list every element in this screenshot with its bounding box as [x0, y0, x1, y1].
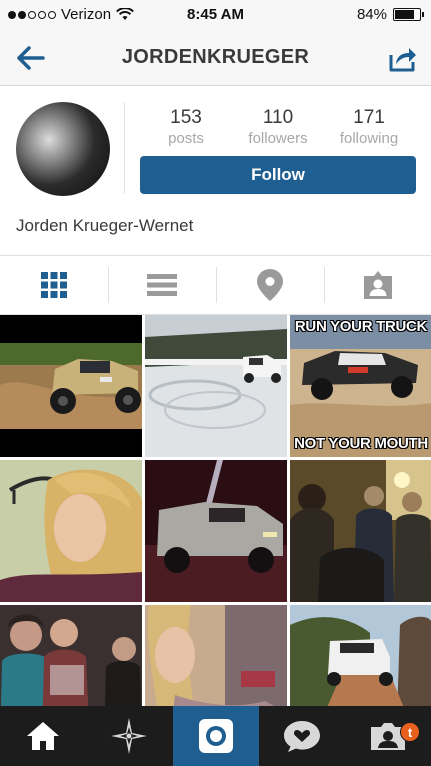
battery-fill — [395, 10, 414, 19]
photo-party-room[interactable] — [290, 460, 431, 602]
posts-count: 153 — [170, 107, 202, 128]
tab-grid[interactable] — [0, 256, 108, 314]
view-tabs — [0, 255, 431, 315]
photo-party-room-image — [290, 460, 431, 602]
nav-camera[interactable] — [173, 706, 259, 766]
posts-stat: 153 posts — [146, 107, 226, 147]
tagged-person-icon — [364, 271, 392, 299]
posts-label: posts — [168, 130, 204, 147]
location-pin-icon — [257, 269, 283, 301]
photo-truck-trail-image — [290, 605, 431, 706]
list-icon — [147, 274, 177, 296]
battery-percent: 84% — [356, 6, 387, 23]
followers-stat[interactable]: 110 followers — [238, 107, 318, 147]
profile-header: 153 posts 110 followers 171 following Fo… — [0, 87, 431, 255]
battery-icon — [393, 8, 424, 21]
meme-bottom-text: NOT YOUR MOUTH — [294, 435, 428, 452]
nav-activity[interactable] — [259, 706, 345, 766]
photo-truck-snow[interactable] — [145, 315, 287, 457]
photo-selfie[interactable] — [145, 605, 287, 706]
photo-truck-night-image — [145, 460, 287, 602]
photo-friends-image — [0, 605, 142, 706]
share-icon[interactable] — [385, 42, 417, 74]
photo-truck-night[interactable] — [145, 460, 287, 602]
photo-blonde-woman[interactable] — [0, 460, 142, 602]
tab-map[interactable] — [216, 256, 324, 314]
page-title: JORDENKRUEGER — [121, 46, 310, 68]
photo-selfie-image — [145, 605, 287, 706]
home-icon — [27, 722, 59, 750]
photo-friends[interactable] — [0, 605, 142, 706]
nav-profile[interactable]: t — [345, 706, 431, 766]
photo-truck-dirt[interactable] — [0, 315, 142, 457]
bottom-tab-bar: t — [0, 706, 431, 766]
following-label: following — [339, 130, 399, 147]
photo-meme[interactable]: RUN YOUR TRUCK NOT YOUR MOUTH — [290, 315, 431, 457]
navigation-header: JORDENKRUEGER — [0, 30, 431, 86]
tab-list[interactable] — [108, 256, 216, 314]
activity-icon — [284, 721, 320, 752]
followers-label: followers — [248, 130, 308, 147]
notification-badge: t — [400, 722, 420, 742]
nav-explore[interactable] — [86, 706, 172, 766]
photo-grid: RUN YOUR TRUCK NOT YOUR MOUTH — [0, 315, 431, 706]
meme-top-text: RUN YOUR TRUCK — [294, 318, 428, 335]
photo-truck-dirt-image — [0, 315, 142, 457]
camera-icon — [199, 719, 233, 753]
status-right: 84% — [356, 6, 424, 23]
status-bar: Verizon 8:45 AM 84% — [0, 0, 431, 30]
followers-count: 110 — [262, 107, 294, 128]
nav-home[interactable] — [0, 706, 86, 766]
grid-icon — [41, 272, 67, 298]
avatar[interactable] — [16, 102, 110, 196]
following-stat[interactable]: 171 following — [329, 107, 409, 147]
following-count: 171 — [353, 107, 385, 128]
avatar-divider — [124, 102, 125, 194]
tab-tagged[interactable] — [324, 256, 431, 314]
photo-truck-snow-image — [145, 315, 287, 457]
full-name: Jorden Krueger-Wernet — [16, 216, 194, 235]
photo-truck-trail[interactable] — [290, 605, 431, 706]
follow-button[interactable]: Follow — [140, 156, 416, 194]
photo-blonde-woman-image — [0, 460, 142, 602]
explore-icon — [111, 718, 147, 754]
